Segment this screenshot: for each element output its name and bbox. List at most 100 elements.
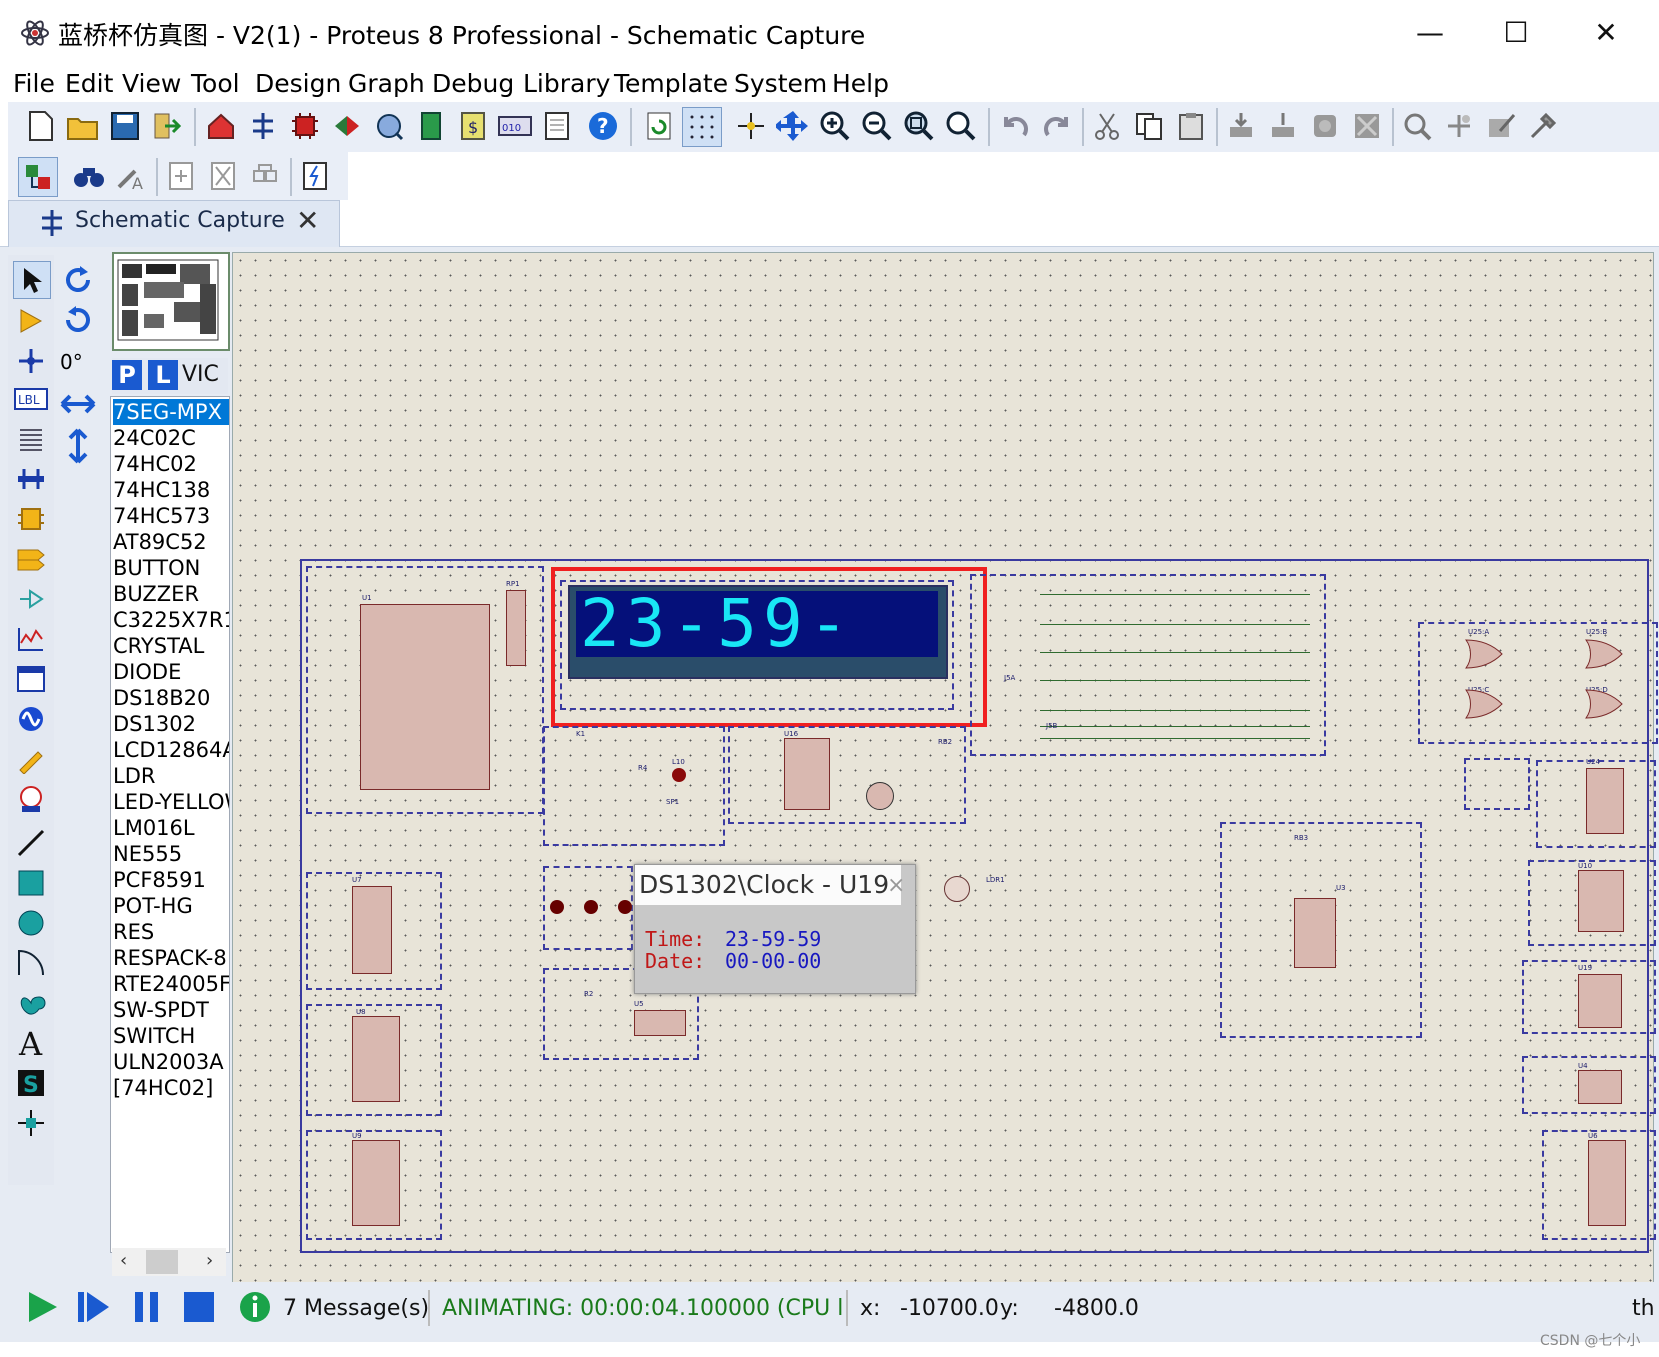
menu-help[interactable]: Help [832, 66, 889, 102]
device-item[interactable]: RES [113, 919, 229, 945]
device-item[interactable]: 7SEG-MPX [113, 399, 229, 425]
device-item[interactable]: AT89C52 [113, 529, 229, 555]
source-code-icon[interactable]: 010 [496, 107, 534, 145]
schematic-icon[interactable] [244, 107, 282, 145]
device-item[interactable]: 24C02C [113, 425, 229, 451]
undo-icon[interactable] [996, 107, 1034, 145]
maximize-button[interactable]: ☐ [1486, 8, 1546, 58]
pan-icon[interactable] [774, 107, 812, 145]
device-item[interactable]: CRYSTAL [113, 633, 229, 659]
packaging-tool-icon[interactable] [1482, 107, 1520, 145]
device-pins-icon[interactable] [13, 581, 49, 617]
info-icon[interactable] [238, 1290, 272, 1328]
2d-line-icon[interactable] [13, 825, 49, 861]
device-item[interactable]: LDR [113, 763, 229, 789]
device-item[interactable]: POT-HG [113, 893, 229, 919]
device-list[interactable]: 7SEG-MPX 24C02C 74HC02 74HC138 74HC573 A… [110, 396, 230, 1253]
block-delete-icon[interactable] [1348, 107, 1386, 145]
u9-74hc573-chip[interactable] [352, 1140, 400, 1226]
device-item[interactable]: BUZZER [113, 581, 229, 607]
step-icon[interactable] [76, 1290, 110, 1328]
u19-ds1302-chip[interactable] [1578, 974, 1622, 1028]
menu-debug[interactable]: Debug [432, 66, 514, 102]
menu-edit[interactable]: Edit [65, 66, 113, 102]
notes-icon[interactable] [538, 107, 576, 145]
pick-devices-button[interactable]: P [112, 360, 142, 390]
2d-text-icon[interactable]: A [13, 1025, 49, 1061]
design-mode-icon[interactable] [18, 157, 58, 197]
device-item[interactable]: 74HC573 [113, 503, 229, 529]
mirror-vertical-icon[interactable] [66, 428, 90, 468]
device-item[interactable]: DS1302 [113, 711, 229, 737]
u10-uln2003a-chip[interactable] [1578, 870, 1624, 932]
text-script-icon[interactable] [13, 421, 49, 457]
grid-toggle-icon[interactable] [682, 107, 722, 147]
menu-file[interactable]: File [13, 66, 55, 102]
adc-block[interactable] [728, 726, 966, 824]
device-item[interactable]: RESPACK-8 [113, 945, 229, 971]
tab-close-button[interactable]: ✕ [296, 204, 319, 237]
remove-sheet-icon[interactable] [204, 157, 242, 195]
overview-window[interactable] [112, 252, 230, 351]
redo-icon[interactable] [1038, 107, 1076, 145]
paste-icon[interactable] [1172, 107, 1210, 145]
pause-icon[interactable] [132, 1290, 162, 1328]
u3-ne555-chip[interactable] [1294, 898, 1336, 968]
junction-dot-icon[interactable] [13, 343, 49, 379]
pcb-icon[interactable] [286, 107, 324, 145]
electrical-rule-check-icon[interactable] [296, 157, 334, 195]
new-sheet-icon[interactable] [162, 157, 200, 195]
cut-icon[interactable] [1088, 107, 1126, 145]
device-item[interactable]: DS18B20 [113, 685, 229, 711]
help-icon[interactable]: ? [584, 107, 622, 145]
copy-icon[interactable] [1130, 107, 1168, 145]
subcircuit-icon[interactable] [13, 501, 49, 537]
tape-recorder-icon[interactable] [13, 661, 49, 697]
zoom-out-icon[interactable] [858, 107, 896, 145]
zoom-area-icon[interactable] [942, 107, 980, 145]
make-device-icon[interactable] [1440, 107, 1478, 145]
block-copy-icon[interactable] [1222, 107, 1260, 145]
2d-arc-icon[interactable] [13, 945, 49, 981]
wire-label-icon[interactable]: LBL [13, 381, 49, 417]
menu-template[interactable]: Template [614, 66, 728, 102]
relay-block[interactable] [543, 726, 725, 846]
device-item[interactable]: 74HC02 [113, 451, 229, 477]
play-icon[interactable] [26, 1290, 60, 1328]
ldr-sensor[interactable] [944, 876, 970, 902]
component-mode-icon[interactable] [13, 303, 49, 339]
home-icon[interactable] [202, 107, 240, 145]
2d-symbol-icon[interactable]: S [13, 1065, 49, 1101]
scroll-right-icon[interactable]: › [206, 1250, 213, 1271]
refresh-icon[interactable] [640, 107, 678, 145]
menu-library[interactable]: Library [523, 66, 610, 102]
messages-count[interactable]: 7 Message(s) [283, 1296, 429, 1321]
block-move-icon[interactable] [1264, 107, 1302, 145]
save-icon[interactable] [106, 107, 144, 145]
zoom-in-icon[interactable] [816, 107, 854, 145]
origin-icon[interactable] [732, 107, 770, 145]
menu-system[interactable]: System [734, 66, 827, 102]
device-item[interactable]: SWITCH [113, 1023, 229, 1049]
library-manager-button[interactable]: L [148, 360, 178, 390]
property-tool-icon[interactable]: A [112, 157, 150, 195]
u4-24c02c-chip[interactable] [1578, 1070, 1622, 1104]
gerber-icon[interactable] [370, 107, 408, 145]
u7-74hc573-chip[interactable] [352, 886, 392, 974]
device-item[interactable]: SW-SPDT [113, 997, 229, 1023]
2d-marker-icon[interactable] [13, 1105, 49, 1141]
import-icon[interactable] [148, 107, 186, 145]
decompose-icon[interactable] [1524, 107, 1562, 145]
device-item[interactable]: RTE24005F [113, 971, 229, 997]
menu-graph[interactable]: Graph [348, 66, 425, 102]
open-folder-icon[interactable] [64, 107, 102, 145]
menu-design[interactable]: Design [255, 66, 341, 102]
u1-at89c52-chip[interactable] [360, 604, 490, 790]
device-item[interactable]: C3225X7R1 [113, 607, 229, 633]
device-item[interactable]: DIODE [113, 659, 229, 685]
graph-mode-icon[interactable] [13, 621, 49, 657]
mirror-horizontal-icon[interactable] [60, 392, 96, 420]
rotation-angle[interactable]: 0° [60, 350, 83, 374]
scroll-left-icon[interactable]: ‹ [120, 1250, 127, 1271]
new-file-icon[interactable] [22, 107, 60, 145]
